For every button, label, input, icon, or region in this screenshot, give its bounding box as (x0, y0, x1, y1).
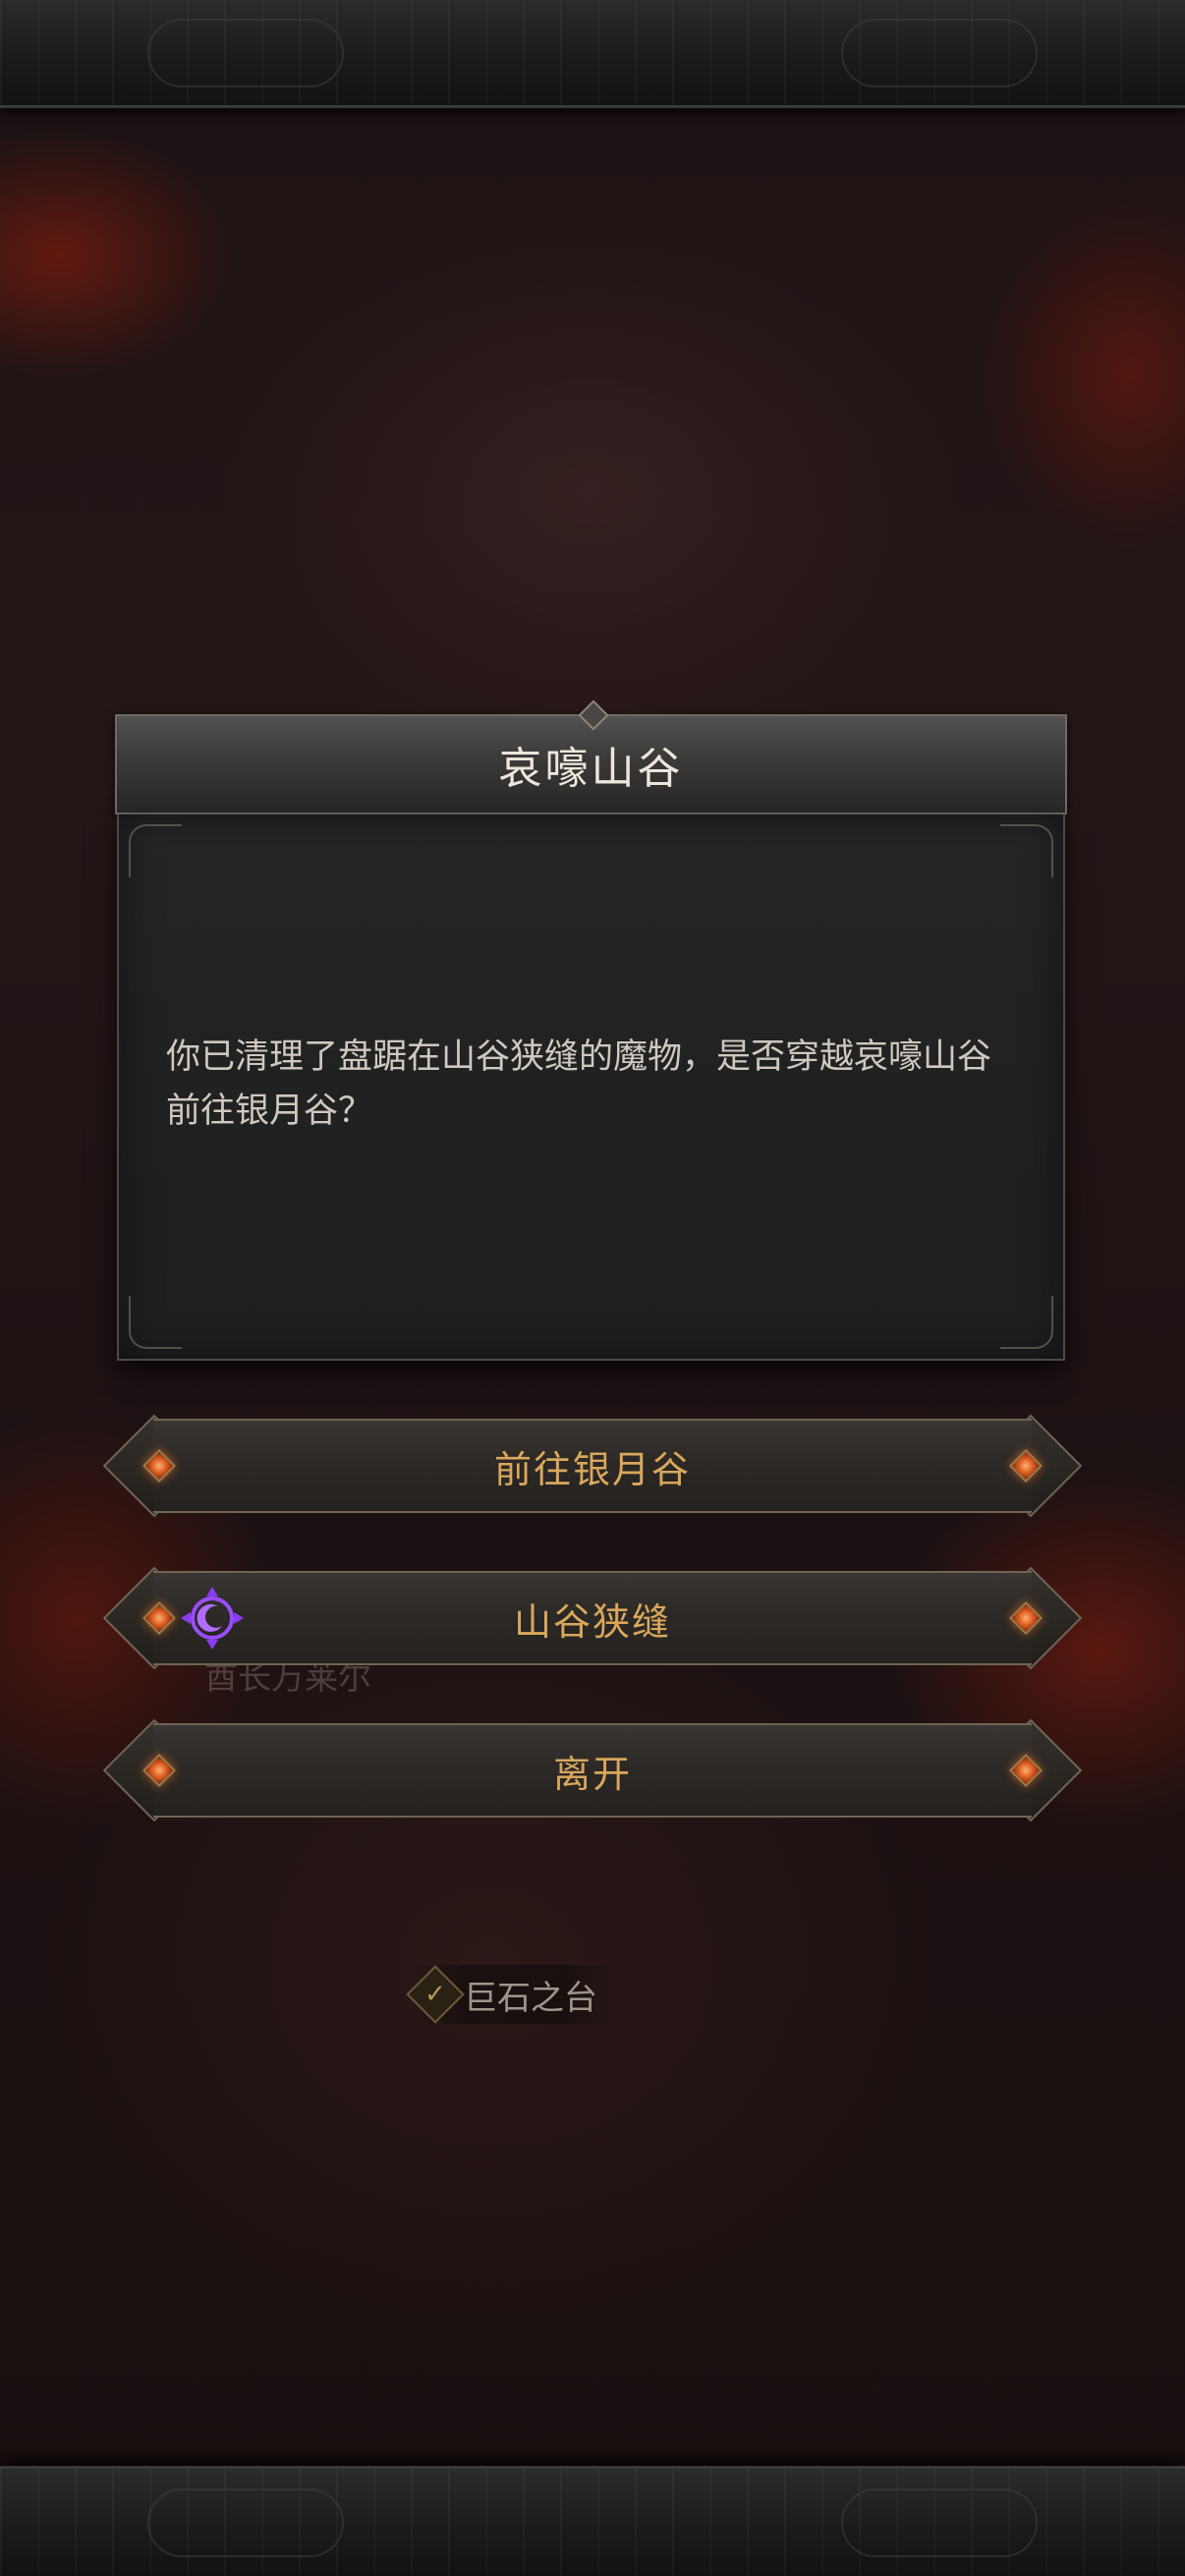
header-ornament-icon (578, 700, 609, 731)
option-label: 离开 (552, 1752, 632, 1796)
bottom-frame-border (0, 2466, 1185, 2576)
location-name: 巨石之台 (464, 1978, 597, 2018)
option-label: 前往银月谷 (493, 1447, 691, 1491)
frame-ornament-right (841, 2488, 1038, 2557)
option-button-leave[interactable]: 离开 (102, 1717, 1083, 1823)
purple-moon-rune-icon (181, 1587, 244, 1650)
dialog-body: 你已清理了盘踞在山谷狭缝的魔物，是否穿越哀嚎山谷前往银月谷？ (117, 814, 1065, 1361)
dialog-title: 哀嚎山谷 (498, 744, 684, 794)
event-dialog: 哀嚎山谷 你已清理了盘踞在山谷狭缝的魔物，是否穿越哀嚎山谷前往银月谷？ (115, 700, 1067, 1361)
frame-ornament-left (147, 2488, 344, 2557)
dialog-message: 你已清理了盘踞在山谷狭缝的魔物，是否穿越哀嚎山谷前往银月谷？ (166, 1037, 992, 1131)
top-frame-border (0, 0, 1185, 108)
corner-ornament (129, 824, 182, 877)
corner-ornament (1000, 824, 1053, 877)
location-marker[interactable]: ✓ 巨石之台 (406, 1965, 619, 2024)
frame-ornament-left (147, 18, 344, 87)
game-screen: 酋长万莱尔 ✓ 巨石之台 哀嚎山谷 你已清理了盘踞在山谷狭缝的魔物，是否穿越哀嚎… (0, 0, 1185, 2576)
checkmark-icon: ✓ (406, 1965, 465, 2024)
option-button-valley-crevice[interactable]: 山谷狭缝 (102, 1565, 1083, 1671)
option-button-body: 离开 (153, 1723, 1032, 1818)
dialog-header: 哀嚎山谷 (115, 700, 1067, 814)
corner-ornament (129, 1296, 182, 1349)
option-button-go-silvermoon[interactable]: 前往银月谷 (102, 1413, 1083, 1519)
option-button-body: 山谷狭缝 (153, 1571, 1032, 1665)
option-label: 山谷狭缝 (513, 1599, 671, 1644)
option-button-body: 前往银月谷 (153, 1419, 1032, 1513)
frame-ornament-right (841, 18, 1038, 87)
corner-ornament (1000, 1296, 1053, 1349)
